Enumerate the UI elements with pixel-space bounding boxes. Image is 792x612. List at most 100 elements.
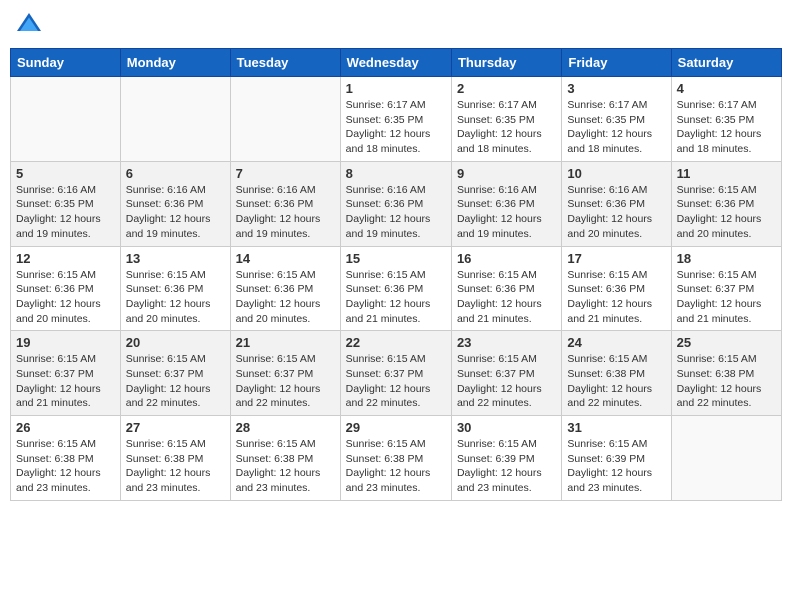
day-info: Sunrise: 6:15 AMSunset: 6:38 PMDaylight:…: [126, 437, 225, 496]
day-number: 1: [346, 81, 446, 96]
logo: [14, 10, 48, 40]
calendar-cell: 11 Sunrise: 6:15 AMSunset: 6:36 PMDayligh…: [671, 161, 781, 246]
calendar-week-1: 1 Sunrise: 6:17 AMSunset: 6:35 PMDaylight…: [11, 77, 782, 162]
day-number: 24: [567, 335, 665, 350]
day-info: Sunrise: 6:15 AMSunset: 6:36 PMDaylight:…: [346, 268, 446, 327]
day-info: Sunrise: 6:15 AMSunset: 6:37 PMDaylight:…: [346, 352, 446, 411]
day-number: 3: [567, 81, 665, 96]
weekday-header-tuesday: Tuesday: [230, 49, 340, 77]
day-number: 14: [236, 251, 335, 266]
weekday-header-row: SundayMondayTuesdayWednesdayThursdayFrid…: [11, 49, 782, 77]
calendar-cell: 10 Sunrise: 6:16 AMSunset: 6:36 PMDayligh…: [562, 161, 671, 246]
calendar-week-4: 19 Sunrise: 6:15 AMSunset: 6:37 PMDayligh…: [11, 331, 782, 416]
calendar-cell: 22 Sunrise: 6:15 AMSunset: 6:37 PMDayligh…: [340, 331, 451, 416]
day-info: Sunrise: 6:15 AMSunset: 6:39 PMDaylight:…: [457, 437, 556, 496]
day-number: 4: [677, 81, 776, 96]
day-info: Sunrise: 6:15 AMSunset: 6:38 PMDaylight:…: [236, 437, 335, 496]
calendar-week-3: 12 Sunrise: 6:15 AMSunset: 6:36 PMDayligh…: [11, 246, 782, 331]
day-info: Sunrise: 6:15 AMSunset: 6:38 PMDaylight:…: [677, 352, 776, 411]
day-info: Sunrise: 6:16 AMSunset: 6:36 PMDaylight:…: [126, 183, 225, 242]
day-info: Sunrise: 6:15 AMSunset: 6:38 PMDaylight:…: [16, 437, 115, 496]
calendar-cell: 6 Sunrise: 6:16 AMSunset: 6:36 PMDaylight…: [120, 161, 230, 246]
calendar-cell: [120, 77, 230, 162]
calendar-cell: 28 Sunrise: 6:15 AMSunset: 6:38 PMDayligh…: [230, 416, 340, 501]
calendar-cell: 29 Sunrise: 6:15 AMSunset: 6:38 PMDayligh…: [340, 416, 451, 501]
day-info: Sunrise: 6:15 AMSunset: 6:37 PMDaylight:…: [16, 352, 115, 411]
calendar-cell: 8Sunrise: 6:16 AMSunset: 6:36 PMDaylight…: [340, 161, 451, 246]
day-info: Sunrise: 6:15 AMSunset: 6:38 PMDaylight:…: [567, 352, 665, 411]
day-info: Sunrise: 6:15 AMSunset: 6:38 PMDaylight:…: [346, 437, 446, 496]
calendar-cell: 24 Sunrise: 6:15 AMSunset: 6:38 PMDayligh…: [562, 331, 671, 416]
day-number: 11: [677, 166, 776, 181]
calendar-cell: 16 Sunrise: 6:15 AMSunset: 6:36 PMDayligh…: [451, 246, 561, 331]
page-header: [10, 10, 782, 40]
day-number: 25: [677, 335, 776, 350]
day-info: Sunrise: 6:15 AMSunset: 6:37 PMDaylight:…: [126, 352, 225, 411]
calendar-cell: 2 Sunrise: 6:17 AMSunset: 6:35 PMDaylight…: [451, 77, 561, 162]
day-number: 2: [457, 81, 556, 96]
day-info: Sunrise: 6:15 AMSunset: 6:37 PMDaylight:…: [457, 352, 556, 411]
day-number: 9: [457, 166, 556, 181]
day-number: 6: [126, 166, 225, 181]
day-number: 29: [346, 420, 446, 435]
day-number: 30: [457, 420, 556, 435]
calendar-cell: 7Sunrise: 6:16 AMSunset: 6:36 PMDaylight…: [230, 161, 340, 246]
calendar-week-5: 26 Sunrise: 6:15 AMSunset: 6:38 PMDayligh…: [11, 416, 782, 501]
weekday-header-monday: Monday: [120, 49, 230, 77]
day-info: Sunrise: 6:17 AMSunset: 6:35 PMDaylight:…: [677, 98, 776, 157]
calendar-cell: 3 Sunrise: 6:17 AMSunset: 6:35 PMDaylight…: [562, 77, 671, 162]
day-info: Sunrise: 6:17 AMSunset: 6:35 PMDaylight:…: [567, 98, 665, 157]
day-number: 28: [236, 420, 335, 435]
day-info: Sunrise: 6:15 AMSunset: 6:36 PMDaylight:…: [677, 183, 776, 242]
weekday-header-saturday: Saturday: [671, 49, 781, 77]
day-info: Sunrise: 6:15 AMSunset: 6:37 PMDaylight:…: [236, 352, 335, 411]
day-info: Sunrise: 6:17 AMSunset: 6:35 PMDaylight:…: [457, 98, 556, 157]
day-number: 26: [16, 420, 115, 435]
day-info: Sunrise: 6:15 AMSunset: 6:37 PMDaylight:…: [677, 268, 776, 327]
day-number: 15: [346, 251, 446, 266]
day-info: Sunrise: 6:15 AMSunset: 6:36 PMDaylight:…: [567, 268, 665, 327]
day-number: 19: [16, 335, 115, 350]
day-info: Sunrise: 6:16 AMSunset: 6:36 PMDaylight:…: [567, 183, 665, 242]
day-info: Sunrise: 6:16 AMSunset: 6:36 PMDaylight:…: [346, 183, 446, 242]
day-info: Sunrise: 6:16 AMSunset: 6:36 PMDaylight:…: [236, 183, 335, 242]
calendar-cell: [11, 77, 121, 162]
day-info: Sunrise: 6:15 AMSunset: 6:36 PMDaylight:…: [457, 268, 556, 327]
calendar-cell: 23 Sunrise: 6:15 AMSunset: 6:37 PMDayligh…: [451, 331, 561, 416]
calendar-cell: 1 Sunrise: 6:17 AMSunset: 6:35 PMDaylight…: [340, 77, 451, 162]
day-number: 10: [567, 166, 665, 181]
calendar-cell: 26 Sunrise: 6:15 AMSunset: 6:38 PMDayligh…: [11, 416, 121, 501]
day-info: Sunrise: 6:17 AMSunset: 6:35 PMDaylight:…: [346, 98, 446, 157]
day-number: 12: [16, 251, 115, 266]
day-number: 31: [567, 420, 665, 435]
calendar-cell: 25 Sunrise: 6:15 AMSunset: 6:38 PMDayligh…: [671, 331, 781, 416]
calendar-cell: 31Sunrise: 6:15 AMSunset: 6:39 PMDayligh…: [562, 416, 671, 501]
day-number: 20: [126, 335, 225, 350]
day-info: Sunrise: 6:15 AMSunset: 6:36 PMDaylight:…: [16, 268, 115, 327]
day-info: Sunrise: 6:15 AMSunset: 6:36 PMDaylight:…: [126, 268, 225, 327]
weekday-header-thursday: Thursday: [451, 49, 561, 77]
day-info: Sunrise: 6:16 AMSunset: 6:36 PMDaylight:…: [457, 183, 556, 242]
day-number: 21: [236, 335, 335, 350]
calendar-cell: 13 Sunrise: 6:15 AMSunset: 6:36 PMDayligh…: [120, 246, 230, 331]
day-number: 13: [126, 251, 225, 266]
day-number: 16: [457, 251, 556, 266]
day-number: 23: [457, 335, 556, 350]
calendar-cell: 4 Sunrise: 6:17 AMSunset: 6:35 PMDaylight…: [671, 77, 781, 162]
calendar-cell: 17Sunrise: 6:15 AMSunset: 6:36 PMDayligh…: [562, 246, 671, 331]
day-number: 27: [126, 420, 225, 435]
calendar-cell: 12 Sunrise: 6:15 AMSunset: 6:36 PMDayligh…: [11, 246, 121, 331]
calendar-cell: 18Sunrise: 6:15 AMSunset: 6:37 PMDayligh…: [671, 246, 781, 331]
calendar-week-2: 5Sunrise: 6:16 AMSunset: 6:35 PMDaylight…: [11, 161, 782, 246]
day-number: 22: [346, 335, 446, 350]
weekday-header-friday: Friday: [562, 49, 671, 77]
calendar-cell: 15 Sunrise: 6:15 AMSunset: 6:36 PMDayligh…: [340, 246, 451, 331]
calendar-cell: 30 Sunrise: 6:15 AMSunset: 6:39 PMDayligh…: [451, 416, 561, 501]
calendar-cell: 5Sunrise: 6:16 AMSunset: 6:35 PMDaylight…: [11, 161, 121, 246]
calendar-cell: 14Sunrise: 6:15 AMSunset: 6:36 PMDayligh…: [230, 246, 340, 331]
calendar-cell: [671, 416, 781, 501]
calendar-cell: 20 Sunrise: 6:15 AMSunset: 6:37 PMDayligh…: [120, 331, 230, 416]
logo-icon: [14, 10, 44, 40]
day-info: Sunrise: 6:16 AMSunset: 6:35 PMDaylight:…: [16, 183, 115, 242]
weekday-header-wednesday: Wednesday: [340, 49, 451, 77]
